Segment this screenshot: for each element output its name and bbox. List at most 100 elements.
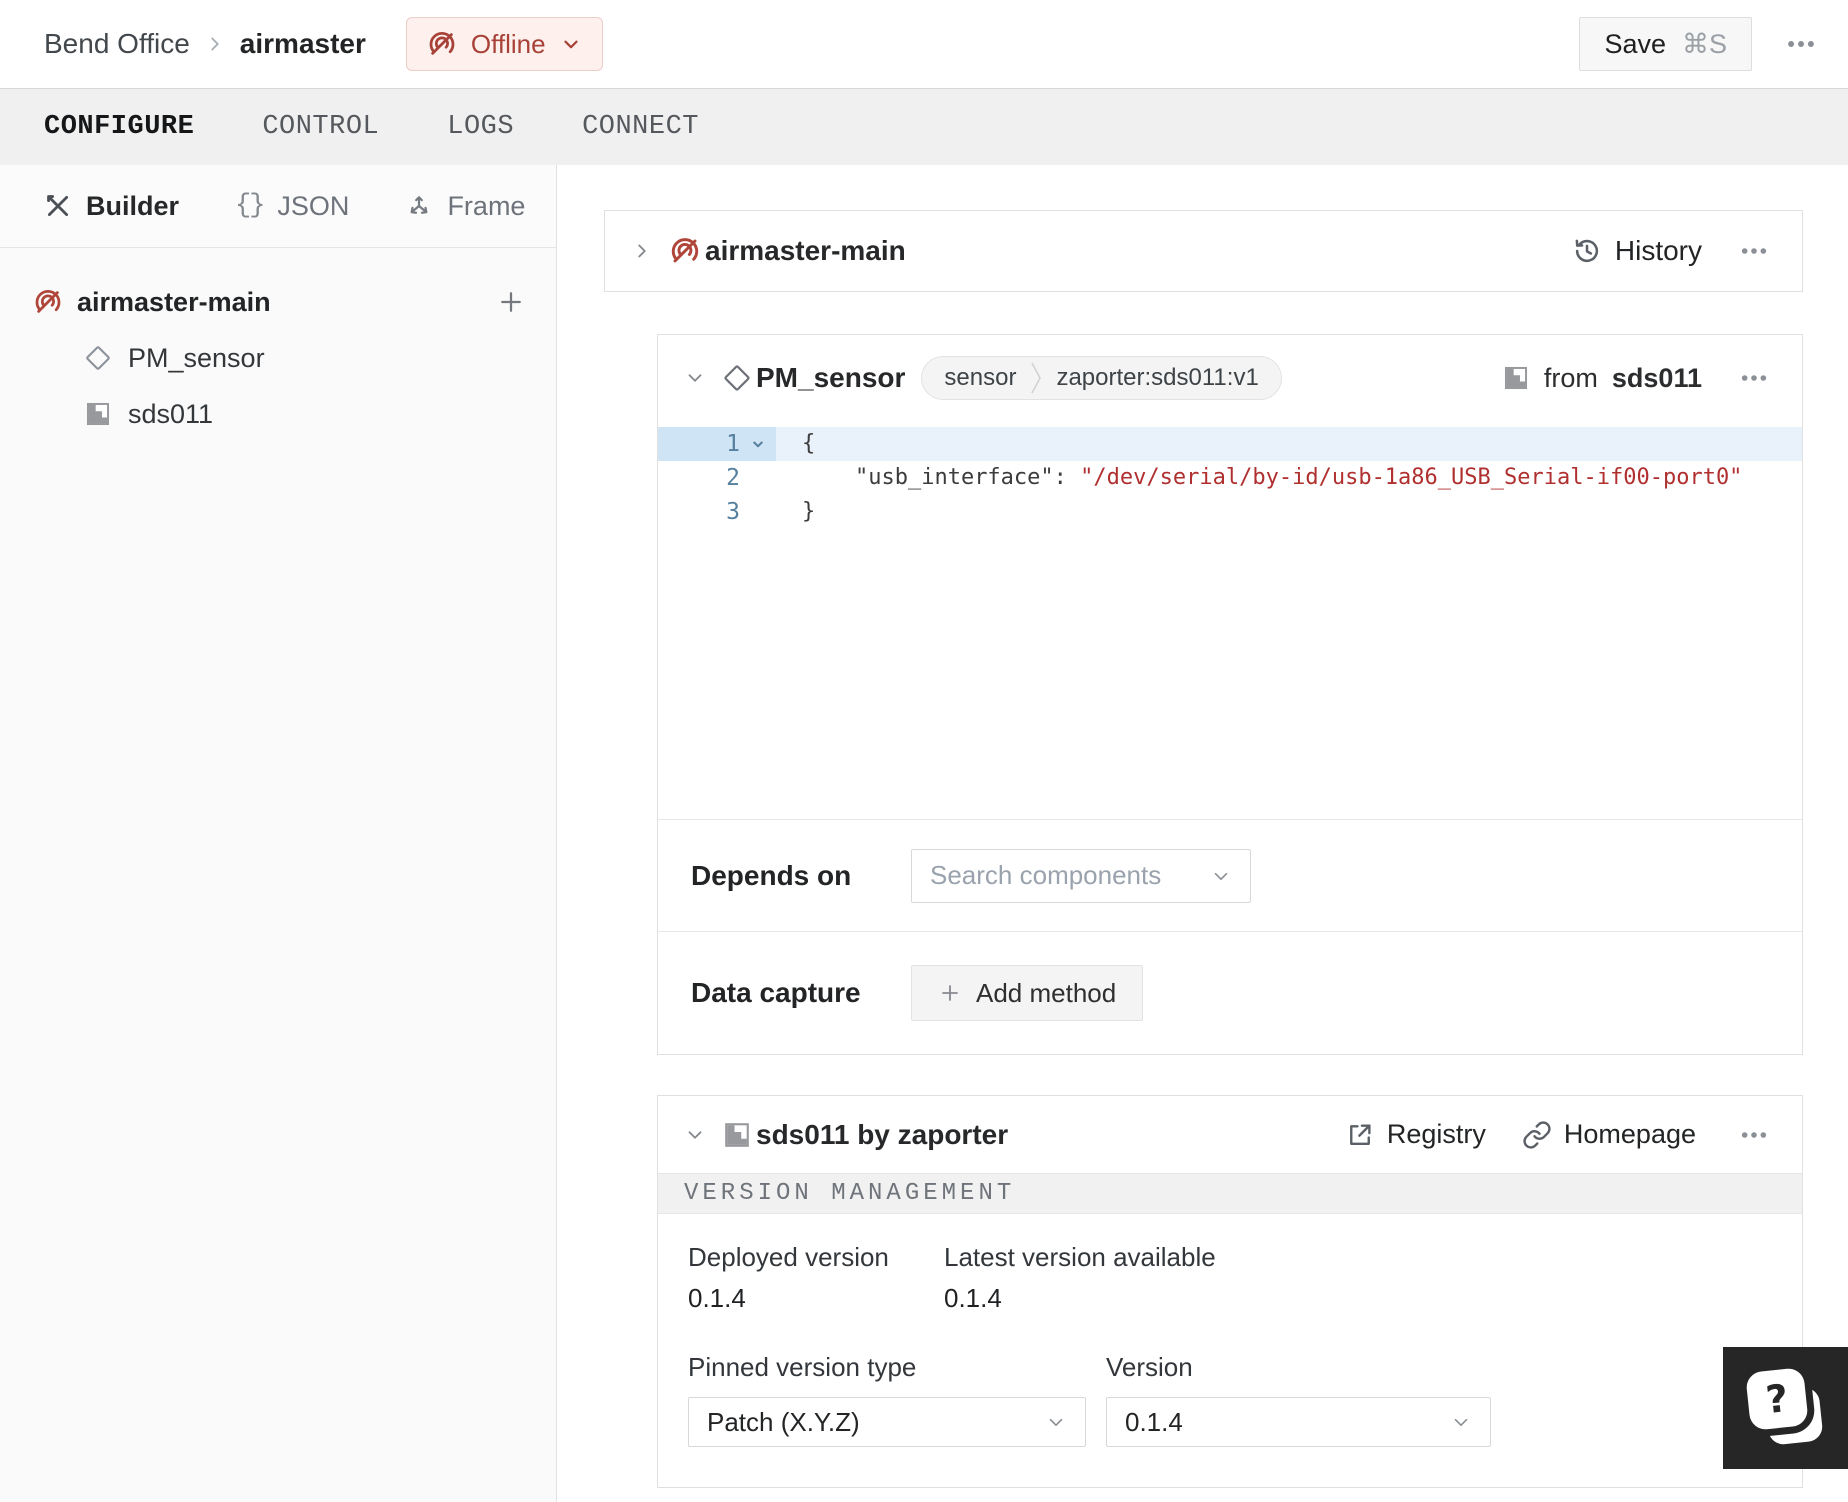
badge-divider-icon xyxy=(1031,362,1042,394)
config-main-panel: airmaster-main History PM_sensor sensor … xyxy=(557,165,1848,1502)
machine-status-dropdown[interactable]: Offline xyxy=(405,17,603,71)
version-management-body: Deployed version 0.1.4 Latest version av… xyxy=(658,1214,1802,1487)
tree-item-machine[interactable]: airmaster-main xyxy=(0,282,556,322)
wifi-off-icon xyxy=(33,287,63,317)
tree-item-label: sds011 xyxy=(128,398,214,429)
breadcrumb-org-link[interactable]: Bend Office xyxy=(44,28,190,60)
machine-card-menu-button[interactable] xyxy=(1732,229,1776,273)
module-card-menu-button[interactable] xyxy=(1732,1113,1776,1157)
add-component-button[interactable] xyxy=(496,287,526,317)
breadcrumb: Bend Office airmaster xyxy=(44,28,366,60)
top-bar: Bend Office airmaster Offline Save ⌘S xyxy=(0,0,1848,88)
data-capture-row: Data capture Add method xyxy=(658,931,1802,1054)
component-type: sensor xyxy=(944,364,1017,391)
depends-on-label: Depends on xyxy=(691,859,852,891)
pm-sensor-card: PM_sensor sensor zaporter:sds011:v1 from… xyxy=(657,334,1803,1055)
component-card-menu-button[interactable] xyxy=(1732,356,1776,400)
depends-on-placeholder: Search components xyxy=(930,860,1162,890)
depends-on-select[interactable]: Search components xyxy=(911,848,1251,903)
tree-machine-label: airmaster-main xyxy=(77,286,271,317)
tree-item-label: PM_sensor xyxy=(128,342,265,373)
module-icon xyxy=(1502,364,1530,392)
view-mode-switcher: Builder {} JSON Frame xyxy=(0,165,556,248)
add-method-button[interactable]: Add method xyxy=(911,965,1144,1021)
tools-icon xyxy=(44,192,72,220)
pinned-version-type-select[interactable]: Patch (X.Y.Z) xyxy=(688,1397,1086,1447)
status-label: Offline xyxy=(470,28,546,59)
save-shortcut: ⌘S xyxy=(1681,28,1727,59)
history-clock-icon xyxy=(1571,235,1603,267)
chevron-down-icon xyxy=(560,33,582,55)
module-icon xyxy=(84,400,112,428)
latest-version-stat: Latest version available 0.1.4 xyxy=(944,1242,1216,1314)
version-field: Version 0.1.4 xyxy=(1106,1352,1491,1447)
question-mark-icon: ? xyxy=(1745,1367,1809,1431)
version-value: 0.1.4 xyxy=(1125,1406,1183,1437)
config-sidebar: Builder {} JSON Frame airmaster-main PM_… xyxy=(0,165,557,1502)
mode-builder[interactable]: Builder xyxy=(44,191,179,222)
attributes-code-editor[interactable]: 1 { 2 "usb_interface": "/dev/serial/by-i… xyxy=(658,421,1802,819)
version-select[interactable]: 0.1.4 xyxy=(1106,1397,1491,1447)
module-links: Registry Homepage xyxy=(1345,1113,1776,1157)
tab-connect[interactable]: CONNECT xyxy=(582,112,699,142)
version-label: Version xyxy=(1106,1352,1193,1382)
overflow-menu-button[interactable] xyxy=(1778,21,1824,67)
data-capture-label: Data capture xyxy=(691,977,861,1008)
braces-icon: {} xyxy=(235,191,265,221)
deployed-version-stat: Deployed version 0.1.4 xyxy=(688,1242,944,1314)
from-module-group: from sds011 xyxy=(1502,363,1702,394)
module-card-title: sds011 by zaporter xyxy=(756,1118,1009,1150)
module-icon xyxy=(722,1120,752,1150)
component-model: zaporter:sds011:v1 xyxy=(1056,364,1259,391)
pinned-version-type-field: Pinned version type Patch (X.Y.Z) xyxy=(688,1352,1086,1447)
help-button[interactable]: ? xyxy=(1723,1347,1848,1469)
frame-axes-icon xyxy=(405,192,433,220)
tree-item-pm-sensor[interactable]: PM_sensor xyxy=(0,338,556,378)
module-card-header: sds011 by zaporter Registry Homepage xyxy=(658,1096,1802,1173)
chevron-down-icon xyxy=(1210,865,1232,887)
mode-json[interactable]: {} JSON xyxy=(235,191,349,222)
chevron-down-icon xyxy=(1450,1411,1472,1433)
registry-label: Registry xyxy=(1386,1119,1486,1149)
pinned-version-type-label: Pinned version type xyxy=(688,1352,917,1382)
external-link-icon xyxy=(1345,1120,1375,1150)
line-number: 2 xyxy=(726,465,740,491)
code-text: } xyxy=(802,499,816,524)
component-tree: airmaster-main PM_sensor sds011 xyxy=(0,248,556,434)
fold-chevron-icon[interactable] xyxy=(740,427,776,461)
mode-frame[interactable]: Frame xyxy=(405,191,525,222)
component-title: PM_sensor xyxy=(756,362,906,393)
from-prefix: from xyxy=(1543,362,1598,393)
plus-icon xyxy=(938,981,962,1005)
homepage-link[interactable]: Homepage xyxy=(1522,1119,1696,1150)
collapse-module-chevron[interactable] xyxy=(684,1124,706,1146)
pinned-version-type-value: Patch (X.Y.Z) xyxy=(707,1406,860,1437)
line-number: 1 xyxy=(658,427,740,461)
collapse-component-chevron[interactable] xyxy=(684,367,706,389)
expand-machine-chevron[interactable] xyxy=(631,240,653,262)
tab-configure[interactable]: CONFIGURE xyxy=(44,112,194,142)
save-button[interactable]: Save ⌘S xyxy=(1579,17,1752,71)
tree-item-sds011[interactable]: sds011 xyxy=(0,394,556,434)
code-line: 1 { xyxy=(658,427,1802,461)
sds011-module-card: sds011 by zaporter Registry Homepage VER… xyxy=(657,1095,1803,1488)
history-button[interactable]: History xyxy=(1571,235,1702,267)
machine-card-title: airmaster-main xyxy=(705,235,906,266)
history-label: History xyxy=(1614,235,1702,266)
registry-link[interactable]: Registry xyxy=(1345,1119,1486,1150)
machine-config-page: Bend Office airmaster Offline Save ⌘S CO… xyxy=(0,0,1848,1502)
save-label: Save xyxy=(1604,28,1666,59)
deployed-version-label: Deployed version xyxy=(688,1242,889,1272)
pm-sensor-card-header: PM_sensor sensor zaporter:sds011:v1 from… xyxy=(658,335,1802,421)
depends-on-row: Depends on Search components xyxy=(658,819,1802,931)
code-text: { xyxy=(776,427,1802,461)
breadcrumb-machine-name: airmaster xyxy=(239,28,366,59)
component-type-badge: sensor zaporter:sds011:v1 xyxy=(921,356,1282,400)
machine-card: airmaster-main History xyxy=(604,210,1803,292)
tab-logs[interactable]: LOGS xyxy=(447,112,514,142)
link-icon xyxy=(1522,1120,1552,1150)
mode-frame-label: Frame xyxy=(447,190,526,221)
tab-control[interactable]: CONTROL xyxy=(262,112,379,142)
code-line: 3 } xyxy=(658,495,1802,529)
component-diamond-icon xyxy=(722,363,752,393)
